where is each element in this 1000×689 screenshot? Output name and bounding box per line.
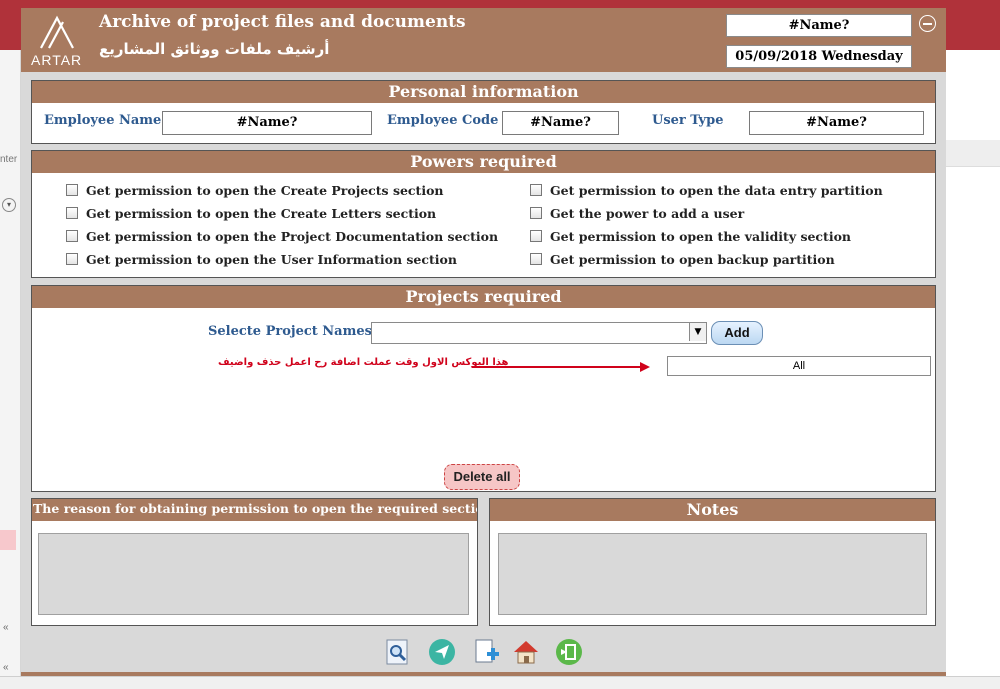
user-type-field[interactable]: #Name?: [749, 111, 924, 135]
minimize-icon[interactable]: [919, 15, 936, 32]
current-user-field: #Name?: [726, 14, 912, 37]
search-document-icon[interactable]: [383, 638, 411, 666]
background-right-pane: [946, 50, 1000, 688]
home-icon[interactable]: [512, 638, 540, 666]
permission-request-form: ARTAR Archive of project files and docum…: [21, 8, 946, 676]
section-title: The reason for obtaining permission to o…: [32, 499, 477, 521]
background-highlight: [0, 530, 16, 550]
reason-section: The reason for obtaining permission to o…: [31, 498, 478, 626]
checkbox[interactable]: [530, 230, 542, 242]
project-list-item[interactable]: All: [667, 356, 931, 376]
permission-item[interactable]: Get permission to open the User Informat…: [66, 252, 457, 267]
app-title: Archive of project files and documents: [99, 12, 466, 32]
logo-text: ARTAR: [31, 52, 83, 68]
delete-all-button[interactable]: Delete all: [444, 464, 520, 490]
section-title: Personal information: [32, 81, 935, 103]
checkbox[interactable]: [66, 184, 78, 196]
reason-textarea[interactable]: [38, 533, 469, 615]
section-title: Projects required: [32, 286, 935, 308]
send-icon[interactable]: [428, 638, 456, 666]
app-title-arabic: أرشيف ملفات ووثائق المشاريع: [99, 40, 330, 58]
employee-code-label: Employee Code: [387, 113, 499, 128]
add-button[interactable]: Add: [711, 321, 763, 345]
form-header: ARTAR Archive of project files and docum…: [21, 8, 946, 72]
employee-name-label: Employee Name: [44, 113, 162, 128]
project-names-label: Selecte Project Names: [208, 324, 372, 339]
employee-name-field[interactable]: #Name?: [162, 111, 372, 135]
permission-item[interactable]: Get permission to open the Create Letter…: [66, 206, 436, 221]
permission-item[interactable]: Get permission to open the data entry pa…: [530, 183, 883, 198]
arabic-annotation: هذا البوكس الاول وقت عملت اضافة رح اعمل …: [218, 357, 509, 368]
dropdown-arrow-icon[interactable]: ▼: [689, 323, 706, 341]
new-document-icon[interactable]: [473, 638, 501, 666]
employee-code-field[interactable]: #Name?: [502, 111, 619, 135]
permission-item[interactable]: Get permission to open the Project Docum…: [66, 229, 498, 244]
double-chevron-icon: «: [3, 622, 9, 633]
background-text: nter: [0, 154, 18, 165]
section-title: Powers required: [32, 151, 935, 173]
checkbox[interactable]: [66, 207, 78, 219]
background-left-pane: nter ▾ « «: [0, 50, 21, 688]
notes-section: Notes: [489, 498, 936, 626]
exit-icon[interactable]: [555, 638, 583, 666]
current-date-field: 05/09/2018 Wednesday: [726, 45, 912, 68]
checkbox[interactable]: [530, 184, 542, 196]
permission-item[interactable]: Get permission to open the validity sect…: [530, 229, 851, 244]
notes-textarea[interactable]: [498, 533, 927, 615]
checkbox[interactable]: [66, 253, 78, 265]
checkbox[interactable]: [530, 207, 542, 219]
collapse-circle-icon[interactable]: ▾: [2, 198, 16, 212]
background-right-bar: [946, 140, 1000, 167]
permission-item[interactable]: Get permission to open the Create Projec…: [66, 183, 444, 198]
personal-information-section: Personal information Employee Name #Name…: [31, 80, 936, 144]
checkbox[interactable]: [530, 253, 542, 265]
form-bottom-border: [21, 672, 946, 676]
section-title: Notes: [490, 499, 935, 521]
checkbox[interactable]: [66, 230, 78, 242]
permission-item[interactable]: Get permission to open backup partition: [530, 252, 835, 267]
projects-required-section: Projects required Selecte Project Names …: [31, 285, 936, 492]
user-type-label: User Type: [652, 113, 724, 128]
double-chevron-icon: «: [3, 662, 9, 673]
red-arrow-icon: [472, 362, 650, 372]
background-statusbar: [0, 676, 1000, 689]
permission-item[interactable]: Get the power to add a user: [530, 206, 744, 221]
powers-required-section: Powers required Get permission to open t…: [31, 150, 936, 278]
project-names-combobox[interactable]: ▼: [371, 322, 707, 344]
